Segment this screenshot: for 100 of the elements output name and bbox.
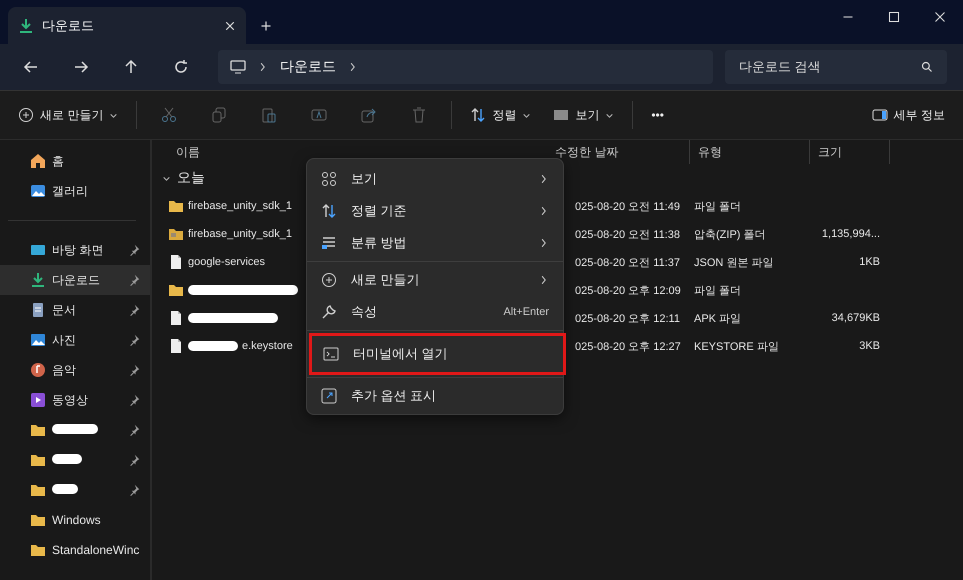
pin-icon [128,244,140,256]
file-icon [168,338,184,354]
details-pane-icon [872,107,888,123]
breadcrumb[interactable]: 다운로드 [280,58,336,76]
arrow-left-icon [23,59,39,75]
document-icon [30,302,46,318]
folder-icon [30,482,46,498]
column-header[interactable]: 수정한 날짜 [555,144,618,160]
sidebar-item[interactable]: 홈 [0,146,150,176]
search-icon [921,61,933,73]
redaction-mark [52,424,98,434]
menu-item[interactable]: 분류 방법 [307,227,563,259]
more-button[interactable]: ••• [643,98,672,132]
sidebar-label: 홈 [52,154,64,168]
wrench-icon [321,304,337,320]
address-bar[interactable]: 다운로드 [218,50,713,84]
sidebar-item[interactable]: 사진 [0,325,150,355]
date-cell: 025-08-20 오후 12:09 [575,284,681,296]
column-header[interactable]: 유형 [698,144,722,160]
sidebar-label: 갤러리 [52,184,88,198]
trash-icon [411,107,428,123]
sidebar-item[interactable]: 동영상 [0,385,150,415]
window-tab[interactable]: 다운로드 [8,7,246,44]
arrow-up-icon [123,59,139,75]
menu-item[interactable]: 추가 옵션 표시 [307,380,563,412]
folder-icon [30,512,46,528]
group-header[interactable]: 오늘 [158,164,209,192]
sidebar-item[interactable]: 갤러리 [0,176,150,206]
monitor-icon [30,242,46,258]
sort-arrows-icon [321,203,337,219]
expand-icon [321,388,337,404]
column-header[interactable]: 크기 [818,144,842,160]
refresh-icon [173,59,189,75]
arrow-right-icon [73,59,89,75]
type-cell: APK 파일 [694,312,742,324]
list-icon [321,235,337,251]
pin-icon [128,454,140,466]
picture-icon [30,183,46,199]
maximize-icon [888,11,900,23]
file-name[interactable]: e.keystore [242,340,293,352]
copy-icon [211,107,228,123]
scissors-icon [161,107,178,123]
file-name[interactable]: firebase_unity_sdk_1 [188,228,292,240]
square-icon [553,107,570,123]
pin-icon [128,304,140,316]
sort-arrows-icon [470,107,486,123]
search-field[interactable]: 다운로드 검색 [725,50,947,84]
menu-item[interactable]: 터미널에서 열기 [309,333,566,375]
sidebar-item[interactable]: 바탕 화면 [0,235,150,265]
share-icon [361,107,378,123]
terminal-icon [323,346,339,362]
sidebar-item[interactable]: 문서 [0,295,150,325]
menu-item[interactable]: 새로 만들기 [307,264,563,296]
file-name[interactable]: firebase_unity_sdk_1 [188,200,292,212]
sidebar-item[interactable]: 다운로드 [0,265,150,295]
size-cell: 34,679KB [832,312,880,324]
pin-icon [128,334,140,346]
file-name[interactable]: google-services [188,256,266,268]
download-icon [30,272,46,288]
redaction-mark [52,454,82,464]
date-cell: 025-08-20 오전 11:49 [575,200,680,212]
sidebar-label: 사진 [52,332,76,346]
folder-icon [168,282,184,298]
plus-circle-icon [321,272,337,288]
column-header[interactable]: 이름 [176,144,200,160]
type-cell: KEYSTORE 파일 [694,340,779,352]
video-icon [30,392,46,408]
grid-icon [321,171,337,187]
plus-icon [260,20,272,32]
redaction-mark [188,341,238,351]
size-cell: 1,135,994... [822,228,880,240]
menu-item[interactable]: 보기 [307,163,563,195]
type-cell: 파일 폴더 [694,284,742,296]
close-icon [224,20,236,32]
pin-icon [128,484,140,496]
view-button[interactable]: 보기 [545,98,622,132]
sidebar-item[interactable]: Windows [0,505,150,535]
new-button[interactable]: 새로 만들기 [10,98,126,132]
pin-icon [128,394,140,406]
sort-button[interactable]: 정렬 [462,98,540,132]
folder-icon [30,452,46,468]
size-cell: 1KB [859,256,880,268]
zip-folder-icon [168,226,184,242]
sidebar-label: 다운로드 [52,272,100,286]
file-icon [168,254,184,270]
shortcut-text: Alt+Enter [503,306,549,318]
sidebar-item[interactable]: StandaloneWinc [0,535,150,565]
sidebar-item[interactable]: 음악 [0,355,150,385]
type-cell: 파일 폴더 [694,200,742,212]
date-cell: 025-08-20 오후 12:27 [575,340,681,352]
menu-item[interactable]: 속성 Alt+Enter [307,296,563,328]
sidebar-label: StandaloneWinc [52,543,140,557]
sidebar-label: 바탕 화면 [52,242,104,256]
home-icon [30,153,46,169]
menu-item[interactable]: 정렬 기준 [307,195,563,227]
details-button[interactable]: 세부 정보 [864,98,953,132]
download-icon [18,18,34,34]
folder-icon [30,542,46,558]
date-cell: 025-08-20 오전 11:37 [575,256,680,268]
pin-icon [128,364,140,376]
